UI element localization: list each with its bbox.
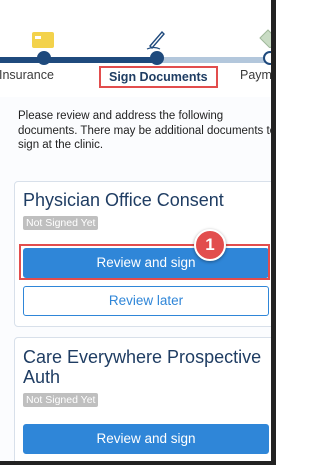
progress-complete: [0, 57, 160, 63]
step-payment[interactable]: Payme: [240, 68, 271, 82]
review-and-sign-button[interactable]: Review and sign: [23, 424, 269, 454]
step-node-sign-documents: [150, 51, 164, 65]
document-card: Care Everywhere Prospective Auth Not Sig…: [14, 337, 271, 465]
document-title: Physician Office Consent: [23, 190, 224, 210]
step-number-badge: 1: [194, 229, 226, 261]
review-later-button[interactable]: Review later: [23, 286, 269, 316]
document-title: Care Everywhere Prospective Auth: [23, 347, 262, 387]
step-node-payment: [263, 51, 271, 65]
document-card: Physician Office Consent Not Signed Yet …: [14, 181, 271, 327]
step-node-insurance: [37, 51, 51, 65]
pen-sign-icon: [146, 30, 165, 50]
payment-icon: [259, 29, 271, 48]
app-frame: Insurance Sign Documents Payme Please re…: [0, 0, 276, 465]
status-badge: Not Signed Yet: [23, 393, 99, 407]
progress-header: Insurance Sign Documents Payme: [0, 0, 271, 97]
review-later-button[interactable]: [23, 462, 269, 465]
insurance-card-icon: [32, 32, 54, 48]
step-sign-documents[interactable]: Sign Documents: [99, 66, 218, 88]
progress-remaining: [160, 57, 271, 63]
status-badge: Not Signed Yet: [23, 216, 99, 230]
step-insurance[interactable]: Insurance: [0, 68, 54, 82]
intro-text: Please review and address the following …: [18, 110, 276, 151]
review-and-sign-button[interactable]: Review and sign: [23, 248, 269, 278]
